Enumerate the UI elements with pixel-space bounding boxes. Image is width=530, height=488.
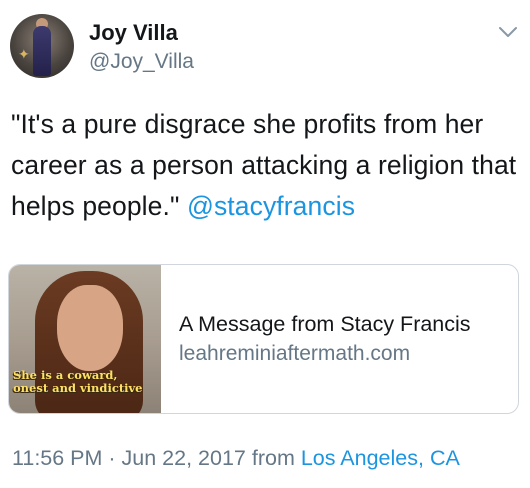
card-domain: leahreminiaftermath.com (179, 342, 411, 365)
link-card[interactable]: She is a coward, onest and vindictive A … (8, 264, 519, 414)
award-icon: ✦ (18, 46, 30, 62)
time-date[interactable]: 11:56 PM · Jun 22, 2017 (12, 446, 246, 470)
from-label: from (251, 446, 295, 470)
avatar-figure-dress (33, 26, 51, 76)
avatar[interactable]: ✦ (10, 14, 74, 78)
card-title: A Message from Stacy Francis (179, 312, 471, 336)
card-thumbnail: She is a coward, onest and vindictive (9, 265, 161, 413)
author-display-name[interactable]: Joy Villa (89, 20, 178, 46)
tweet-text: "It's a pure disgrace she profits from h… (11, 104, 521, 227)
thumbnail-face (57, 285, 123, 371)
mention-link[interactable]: @stacyfrancis (187, 191, 355, 221)
author-handle[interactable]: @Joy_Villa (89, 50, 194, 74)
tweet-timestamp: 11:56 PM · Jun 22, 2017 from Los Angeles… (12, 446, 460, 471)
chevron-down-icon[interactable] (496, 20, 520, 44)
thumbnail-caption: She is a coward, onest and vindictive (13, 368, 143, 395)
location-link[interactable]: Los Angeles, CA (301, 446, 460, 470)
